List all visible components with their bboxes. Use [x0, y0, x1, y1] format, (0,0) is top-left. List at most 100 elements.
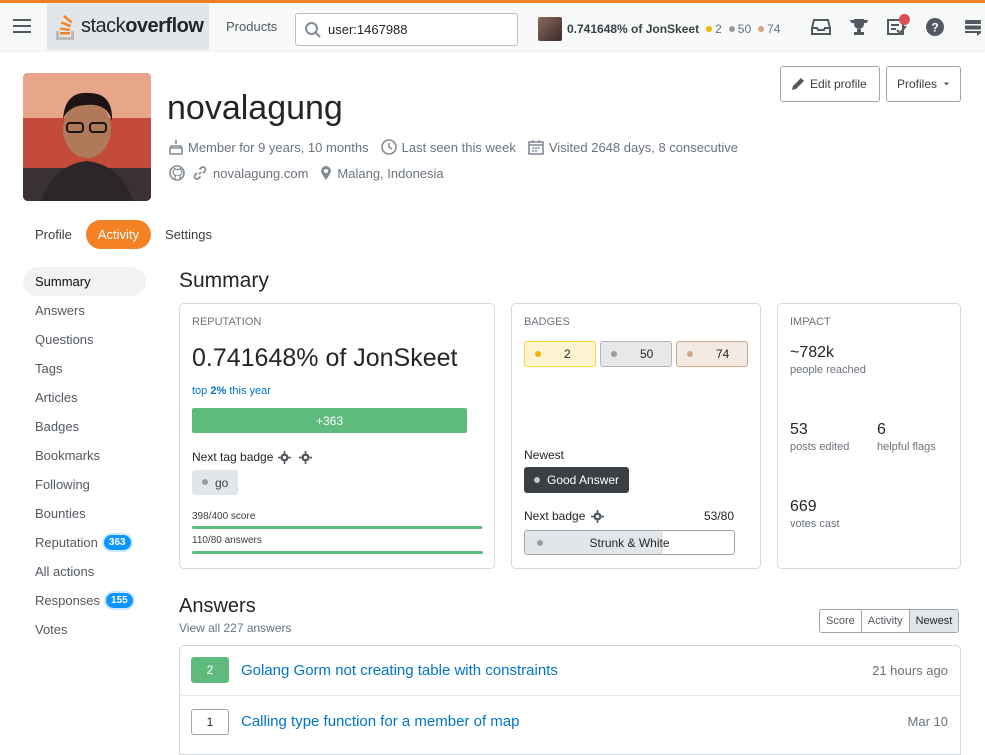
sidenav-reputation[interactable]: Reputation 363 [23, 528, 146, 557]
review-queue-icon[interactable] [878, 14, 916, 38]
helpful-flags-label: helpful flags [877, 441, 936, 453]
top-bar: stackoverflow Products 0.741648% of JonS… [0, 0, 985, 50]
profile-tabs: Profile Activity Settings [23, 220, 226, 249]
silver-badges-box[interactable]: 50 [600, 341, 672, 367]
notification-dot [899, 14, 910, 25]
logo-text: stackoverflow [81, 15, 204, 37]
sort-activity[interactable]: Activity [860, 610, 909, 632]
answer-date: 21 hours ago [872, 662, 948, 678]
gold-badges-count: 2 [564, 347, 571, 361]
newest-badge[interactable]: Good Answer [524, 467, 630, 493]
answer-row: 2 Golang Gorm not creating table with co… [179, 645, 961, 696]
caret-down-icon [943, 82, 950, 86]
bronze-count: 74 [767, 22, 781, 36]
sidenav-following[interactable]: Following [23, 470, 146, 499]
sidenav-summary[interactable]: Summary [23, 267, 146, 296]
reputation-gain-bar: +363 [192, 408, 467, 433]
site-logo[interactable]: stackoverflow [47, 3, 209, 50]
sort-newest[interactable]: Newest [908, 610, 959, 632]
tag-go[interactable]: go [192, 470, 239, 495]
answer-title-link[interactable]: Calling type function for a member of ma… [241, 713, 908, 730]
inbox-icon[interactable] [802, 18, 840, 38]
profile-avatar [23, 73, 151, 201]
reputation-rank[interactable]: top 2% this year [192, 385, 271, 397]
view-all-answers-link[interactable]: View all 227 answers [179, 621, 292, 635]
sidenav-all-actions[interactable]: All actions [23, 557, 146, 586]
rank-prefix: top [192, 385, 211, 397]
svg-text:?: ? [931, 21, 938, 35]
profile-links: novalagung.com Malang, Indonesia [169, 165, 456, 181]
trophy-icon[interactable] [840, 18, 878, 38]
tab-settings[interactable]: Settings [153, 220, 224, 249]
search-input[interactable] [328, 22, 508, 37]
gold-badge-icon [706, 25, 713, 32]
link-icon [193, 166, 207, 180]
responses-count-badge: 155 [106, 593, 133, 608]
next-tag-badge-row: Next tag badge [192, 450, 313, 464]
bronze-badges-count: 74 [716, 347, 730, 361]
help-icon[interactable]: ? [916, 18, 954, 38]
site-switcher-icon[interactable] [954, 18, 985, 38]
visited: Visited 2648 days, 8 consecutive [548, 139, 738, 155]
answer-score-accepted: 2 [191, 657, 229, 683]
hamburger-menu-icon[interactable] [13, 19, 31, 33]
silver-badge-icon [534, 476, 540, 483]
edit-profile-label: Edit profile [810, 77, 867, 91]
sidenav-responses[interactable]: Responses 155 [23, 586, 146, 615]
sidenav-questions[interactable]: Questions [23, 325, 146, 354]
sidenav-articles[interactable]: Articles [23, 383, 146, 412]
avatar [538, 17, 562, 41]
answers-heading: Answers [179, 595, 256, 617]
silver-badge-icon [728, 25, 735, 32]
next-badge-bar[interactable]: Strunk & White [524, 530, 735, 555]
sidenav-responses-label: Responses [35, 593, 101, 608]
search-box[interactable] [295, 13, 518, 46]
sidenav-tags[interactable]: Tags [23, 354, 146, 383]
answers-progress-track [192, 551, 483, 554]
bronze-badge-icon [687, 350, 693, 357]
gear-icon[interactable] [278, 450, 292, 464]
silver-badge-icon [202, 479, 208, 485]
github-icon[interactable] [169, 165, 185, 181]
answer-title-link[interactable]: Golang Gorm not creating table with cons… [241, 662, 872, 679]
products-link[interactable]: Products [226, 19, 277, 34]
answer-score: 1 [191, 708, 229, 735]
silver-badges-count: 50 [640, 347, 654, 361]
rank-percent: 2% [210, 385, 227, 397]
answer-row: 1 Calling type function for a member of … [179, 696, 961, 747]
score-progress-fill [192, 526, 482, 529]
location: Malang, Indonesia [337, 165, 444, 181]
sidenav-badges[interactable]: Badges [23, 412, 146, 441]
answers-sort-group: Score Activity Newest [819, 609, 960, 633]
votes-cast-label: votes cast [790, 518, 840, 530]
profiles-label: Profiles [897, 77, 938, 91]
website-link[interactable]: novalagung.com [213, 166, 308, 181]
user-card[interactable]: 0.741648% of JonSkeet 2 50 74 [538, 17, 780, 41]
next-badge-row: Next badge [524, 509, 605, 523]
gold-badges-box[interactable]: 2 [524, 341, 596, 367]
summary-heading: Summary [179, 269, 269, 292]
profiles-dropdown[interactable]: Profiles [886, 66, 961, 102]
answers-progress-label: 110/80 answers [192, 535, 262, 546]
sidenav-reputation-label: Reputation [35, 535, 98, 550]
people-reached-value: ~782k [790, 344, 835, 361]
sidenav-bookmarks[interactable]: Bookmarks [23, 441, 146, 470]
stack-logo-icon [56, 14, 74, 40]
gear-icon[interactable] [299, 450, 313, 464]
user-rep: 0.741648% of JonSkeet [567, 22, 700, 36]
pencil-icon [792, 78, 804, 90]
reputation-value[interactable]: 0.741648% of JonSkeet [192, 344, 457, 373]
sidenav-votes[interactable]: Votes [23, 615, 146, 644]
posts-edited-label: posts edited [790, 441, 850, 453]
tab-activity[interactable]: Activity [85, 220, 152, 249]
sidenav-bounties[interactable]: Bounties [23, 499, 146, 528]
edit-profile-button[interactable]: Edit profile [780, 66, 880, 102]
helpful-flags-value: 6 [877, 421, 886, 438]
sort-score[interactable]: Score [820, 610, 861, 632]
tab-profile[interactable]: Profile [23, 220, 84, 249]
bronze-badges-box[interactable]: 74 [676, 341, 748, 367]
sidenav-answers[interactable]: Answers [23, 296, 146, 325]
answer-date: Mar 10 [907, 714, 948, 729]
newest-badge-label: Newest [524, 448, 565, 462]
gear-icon[interactable] [591, 509, 605, 523]
